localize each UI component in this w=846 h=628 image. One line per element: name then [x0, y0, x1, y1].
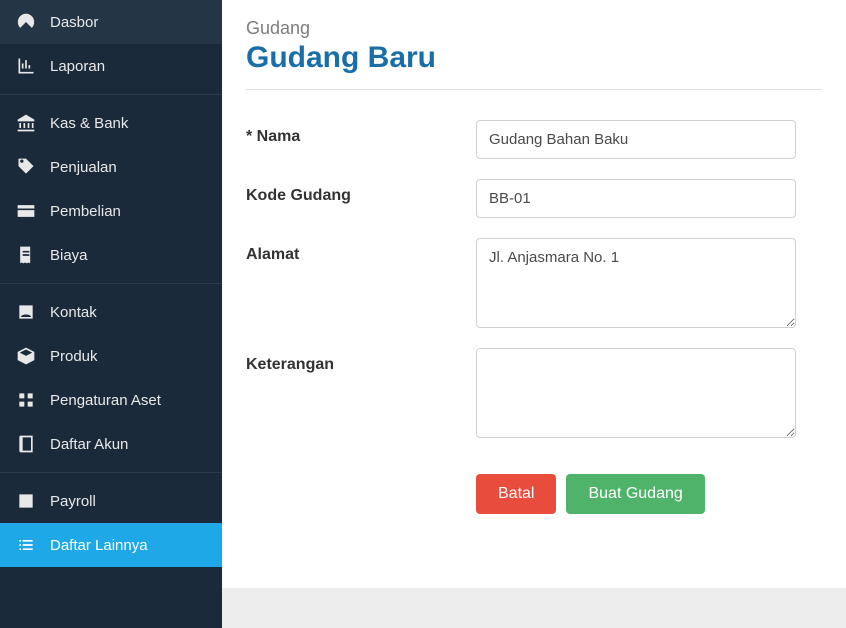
textarea-alamat[interactable]: Jl. Anjasmara No. 1	[476, 238, 796, 328]
label-nama: * Nama	[246, 120, 476, 146]
tag-icon	[16, 157, 36, 177]
sidebar-item-daftar-lainnya[interactable]: Daftar Lainnya	[0, 523, 222, 567]
asset-icon	[16, 390, 36, 410]
sidebar-item-label: Pembelian	[50, 203, 121, 220]
payroll-icon	[16, 491, 36, 511]
dashboard-icon	[16, 12, 36, 32]
sidebar-item-daftar-akun[interactable]: Daftar Akun	[0, 422, 222, 466]
sidebar-divider	[0, 283, 222, 284]
sidebar-divider	[0, 472, 222, 473]
label-kode: Kode Gudang	[246, 179, 476, 205]
sidebar-item-kontak[interactable]: Kontak	[0, 290, 222, 334]
box-icon	[16, 346, 36, 366]
card-icon	[16, 201, 36, 221]
sidebar-item-label: Pengaturan Aset	[50, 392, 161, 409]
submit-button[interactable]: Buat Gudang	[566, 474, 704, 514]
input-kode[interactable]	[476, 179, 796, 218]
chart-icon	[16, 56, 36, 76]
sidebar-item-label: Daftar Akun	[50, 436, 128, 453]
breadcrumb: Gudang	[246, 18, 822, 39]
sidebar-item-label: Dasbor	[50, 14, 98, 31]
cancel-button[interactable]: Batal	[476, 474, 556, 514]
sidebar-item-payroll[interactable]: Payroll	[0, 479, 222, 523]
sidebar-item-kas-bank[interactable]: Kas & Bank	[0, 101, 222, 145]
input-nama[interactable]	[476, 120, 796, 159]
form-row-keterangan: Keterangan	[246, 348, 822, 438]
sidebar-item-dasbor[interactable]: Dasbor	[0, 0, 222, 44]
sidebar-item-label: Produk	[50, 348, 98, 365]
label-keterangan: Keterangan	[246, 348, 476, 374]
sidebar-item-produk[interactable]: Produk	[0, 334, 222, 378]
list-icon	[16, 535, 36, 555]
bank-icon	[16, 113, 36, 133]
sidebar-item-label: Penjualan	[50, 159, 117, 176]
sidebar-item-label: Payroll	[50, 493, 96, 510]
form-row-nama: * Nama	[246, 120, 822, 159]
footer-background	[222, 588, 846, 628]
form-row-kode: Kode Gudang	[246, 179, 822, 218]
main-content: Gudang Gudang Baru * Nama Kode Gudang Al…	[222, 0, 846, 628]
sidebar-item-label: Daftar Lainnya	[50, 537, 148, 554]
book-icon	[16, 434, 36, 454]
textarea-keterangan[interactable]	[476, 348, 796, 438]
label-alamat: Alamat	[246, 238, 476, 264]
sidebar-item-laporan[interactable]: Laporan	[0, 44, 222, 88]
sidebar-item-label: Laporan	[50, 58, 105, 75]
page-title: Gudang Baru	[246, 41, 822, 75]
header-divider	[246, 89, 822, 90]
sidebar-item-pengaturan-aset[interactable]: Pengaturan Aset	[0, 378, 222, 422]
form-row-alamat: Alamat Jl. Anjasmara No. 1	[246, 238, 822, 328]
sidebar: Dasbor Laporan Kas & Bank Penjualan Pemb…	[0, 0, 222, 628]
sidebar-item-label: Biaya	[50, 247, 88, 264]
button-row: Batal Buat Gudang	[476, 474, 822, 514]
sidebar-item-pembelian[interactable]: Pembelian	[0, 189, 222, 233]
sidebar-item-label: Kas & Bank	[50, 115, 128, 132]
receipt-icon	[16, 245, 36, 265]
sidebar-item-label: Kontak	[50, 304, 97, 321]
sidebar-item-biaya[interactable]: Biaya	[0, 233, 222, 277]
sidebar-item-penjualan[interactable]: Penjualan	[0, 145, 222, 189]
contact-icon	[16, 302, 36, 322]
sidebar-divider	[0, 94, 222, 95]
